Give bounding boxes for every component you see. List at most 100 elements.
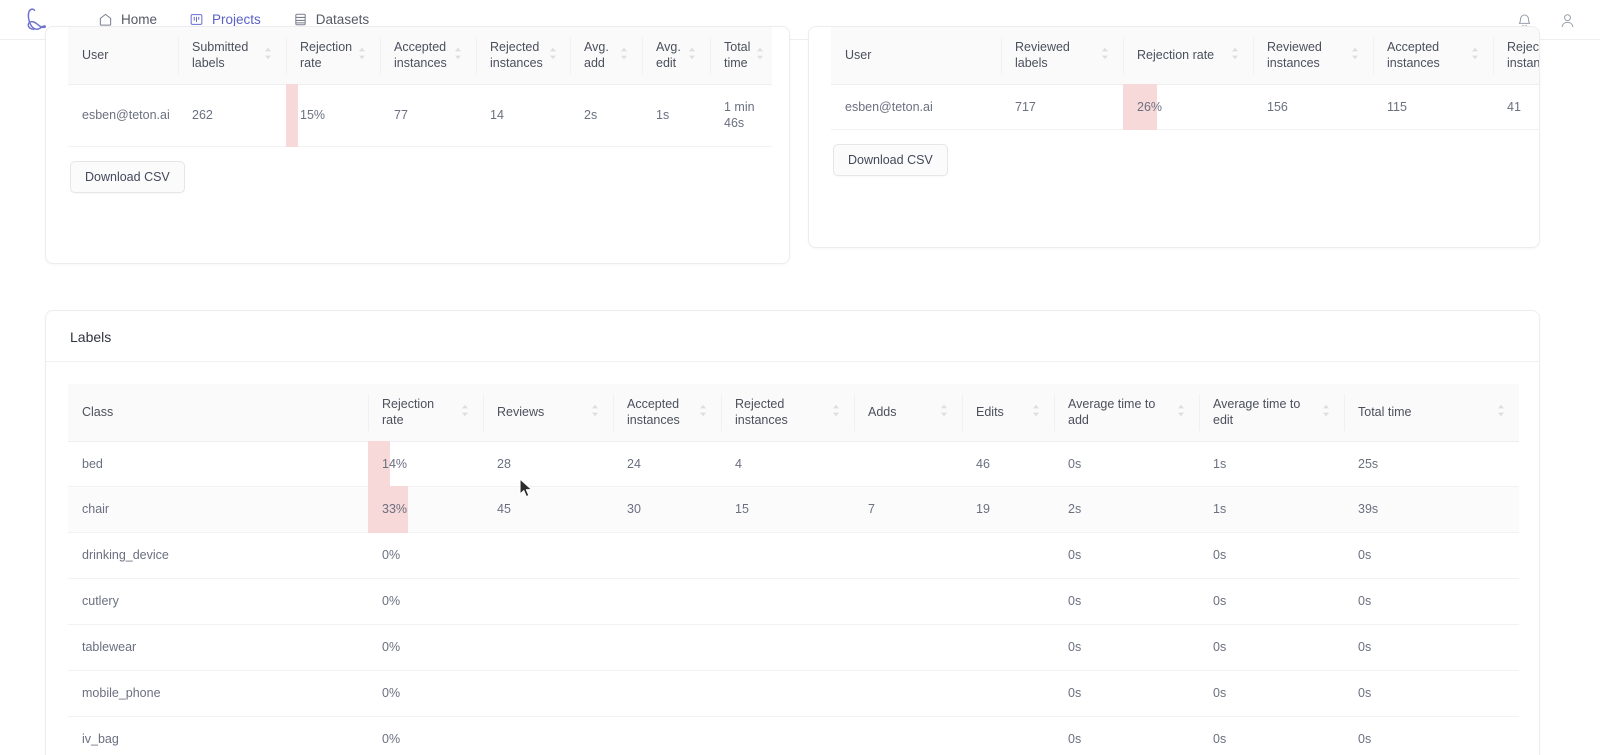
datasets-icon: [293, 12, 308, 27]
cell-class: drinking_device: [68, 532, 368, 580]
cell-edits: [962, 716, 1054, 755]
th-label: Reviewed instances: [1267, 40, 1322, 71]
sort-arrows-icon[interactable]: [1231, 47, 1239, 64]
table-row[interactable]: esben@teton.ai 262 15% 77 14 2s 1s 1 min…: [68, 83, 772, 148]
th-reviewed-rejected-instances[interactable]: Rejected instances: [1493, 27, 1540, 85]
table-row[interactable]: bed 14% 28 24 4 46 0s 1s 25s: [68, 440, 1519, 488]
th-labels-total-time[interactable]: Total time: [1344, 384, 1519, 442]
th-label: Reviews: [497, 405, 545, 420]
cell-total-time: 0s: [1344, 716, 1519, 755]
sort-arrows-icon[interactable]: [358, 47, 366, 64]
cell-rejected-instances: 14: [476, 84, 570, 148]
cell-total-time: 0s: [1344, 532, 1519, 580]
cell-avg-time-add: 0s: [1054, 578, 1199, 625]
th-labels-rejection-rate[interactable]: Rejection rate: [368, 384, 483, 442]
th-label: Rejection rate: [300, 40, 353, 71]
th-submitted-user[interactable]: User: [68, 27, 178, 85]
th-labels-adds[interactable]: Adds: [854, 384, 962, 442]
th-labels-edits[interactable]: Edits: [962, 384, 1054, 442]
th-label: Rejected instances: [1507, 40, 1540, 71]
th-labels-rejected-instances[interactable]: Rejected instances: [721, 384, 854, 442]
sort-arrows-icon[interactable]: [1497, 404, 1505, 421]
th-label: Total time: [1358, 405, 1412, 420]
sort-arrows-icon[interactable]: [1177, 404, 1185, 421]
th-label: Rejected instances: [490, 40, 543, 71]
table-row[interactable]: iv_bag 0% 0s 0s 0s: [68, 716, 1519, 755]
nav-item-home-label: Home: [121, 12, 158, 27]
sort-arrows-icon[interactable]: [1322, 404, 1330, 421]
th-label: Submitted labels: [192, 40, 249, 71]
th-labels-avg-time-add[interactable]: Average time to add: [1054, 384, 1199, 442]
cell-avg-time-add: 2s: [1054, 486, 1199, 534]
sort-arrows-icon[interactable]: [1101, 47, 1109, 64]
th-label: Reviewed labels: [1015, 40, 1070, 71]
cell-rejected-instances: [721, 670, 854, 717]
cell-adds: [854, 670, 962, 717]
sort-arrows-icon[interactable]: [1032, 404, 1040, 421]
submitted-labels-table: User Submitted labels Rejection rate Acc…: [68, 27, 772, 148]
th-reviewed-user[interactable]: User: [831, 27, 1001, 85]
sort-arrows-icon[interactable]: [264, 47, 272, 64]
sort-arrows-icon[interactable]: [832, 404, 840, 421]
rejection-rate-value: 33%: [382, 502, 408, 517]
table-row[interactable]: drinking_device 0% 0s 0s 0s: [68, 532, 1519, 580]
sort-arrows-icon[interactable]: [699, 404, 707, 421]
cell-reviews: [483, 624, 613, 671]
sort-arrows-icon[interactable]: [1471, 47, 1479, 64]
cell-accepted-instances: [613, 578, 721, 625]
table-row[interactable]: cutlery 0% 0s 0s 0s: [68, 578, 1519, 625]
th-labels-avg-time-edit[interactable]: Average time to edit: [1199, 384, 1344, 442]
cell-rejection-rate: 14%: [368, 440, 483, 488]
cell-avg-time-edit: 0s: [1199, 670, 1344, 717]
sort-arrows-icon[interactable]: [620, 47, 628, 64]
sort-arrows-icon[interactable]: [688, 47, 696, 64]
th-reviewed-accepted-instances[interactable]: Accepted instances: [1373, 27, 1493, 85]
rejection-rate-value: 0%: [382, 548, 401, 563]
cell-reviews: 28: [483, 441, 613, 488]
sort-arrows-icon[interactable]: [549, 47, 557, 64]
th-reviewed-rejection-rate[interactable]: Rejection rate: [1123, 27, 1253, 85]
sort-arrows-icon[interactable]: [1351, 47, 1359, 64]
cell-user: esben@teton.ai: [831, 84, 1001, 131]
rejection-rate-value: 14%: [382, 456, 408, 471]
cell-edits: [962, 670, 1054, 717]
table-row[interactable]: tablewear 0% 0s 0s 0s: [68, 624, 1519, 671]
cell-rejected-instances: 41: [1493, 84, 1539, 131]
th-submitted-total-time[interactable]: Total time: [710, 27, 772, 85]
th-submitted-rejection-rate[interactable]: Rejection rate: [286, 27, 380, 85]
th-submitted-accepted-instances[interactable]: Accepted instances: [380, 27, 476, 85]
th-label: Total time: [724, 40, 751, 71]
cell-adds: [854, 532, 962, 580]
table-row[interactable]: chair 33% 45 30 15 7 19 2s 1s 39s: [68, 486, 1519, 534]
th-reviewed-instances[interactable]: Reviewed instances: [1253, 27, 1373, 85]
th-label: Accepted instances: [1387, 40, 1440, 71]
th-submitted-labels[interactable]: Submitted labels: [178, 27, 286, 85]
cell-avg-time-add: 0s: [1054, 670, 1199, 717]
sort-arrows-icon[interactable]: [756, 47, 764, 64]
th-labels-reviews[interactable]: Reviews: [483, 384, 613, 442]
th-labels-class[interactable]: Class: [68, 384, 368, 442]
rejection-rate-value: 0%: [382, 685, 401, 700]
cell-edits: [962, 532, 1054, 580]
cell-total-time: 0s: [1344, 578, 1519, 625]
cell-rejection-rate: 0%: [368, 716, 483, 755]
th-submitted-rejected-instances[interactable]: Rejected instances: [476, 27, 570, 85]
table-row[interactable]: mobile_phone 0% 0s 0s 0s: [68, 670, 1519, 717]
user-profile-icon[interactable]: [1559, 12, 1576, 29]
cell-accepted-instances: 115: [1373, 84, 1493, 131]
table-row[interactable]: esben@teton.ai 717 26% 156 115 41: [831, 83, 1539, 131]
cell-accepted-instances: [613, 716, 721, 755]
cell-rejected-instances: [721, 532, 854, 580]
sort-arrows-icon[interactable]: [454, 47, 462, 64]
th-label: User: [845, 48, 872, 63]
th-submitted-avg-add[interactable]: Avg. add: [570, 27, 642, 85]
sort-arrows-icon[interactable]: [591, 404, 599, 421]
th-submitted-avg-edit[interactable]: Avg. edit: [642, 27, 710, 85]
th-reviewed-labels[interactable]: Reviewed labels: [1001, 27, 1123, 85]
download-csv-button-reviewed[interactable]: Download CSV: [833, 144, 948, 177]
download-csv-button-submitted[interactable]: Download CSV: [70, 161, 185, 194]
sort-arrows-icon[interactable]: [461, 404, 469, 421]
nav-item-datasets-label: Datasets: [315, 12, 370, 27]
sort-arrows-icon[interactable]: [940, 404, 948, 421]
th-labels-accepted-instances[interactable]: Accepted instances: [613, 384, 721, 442]
